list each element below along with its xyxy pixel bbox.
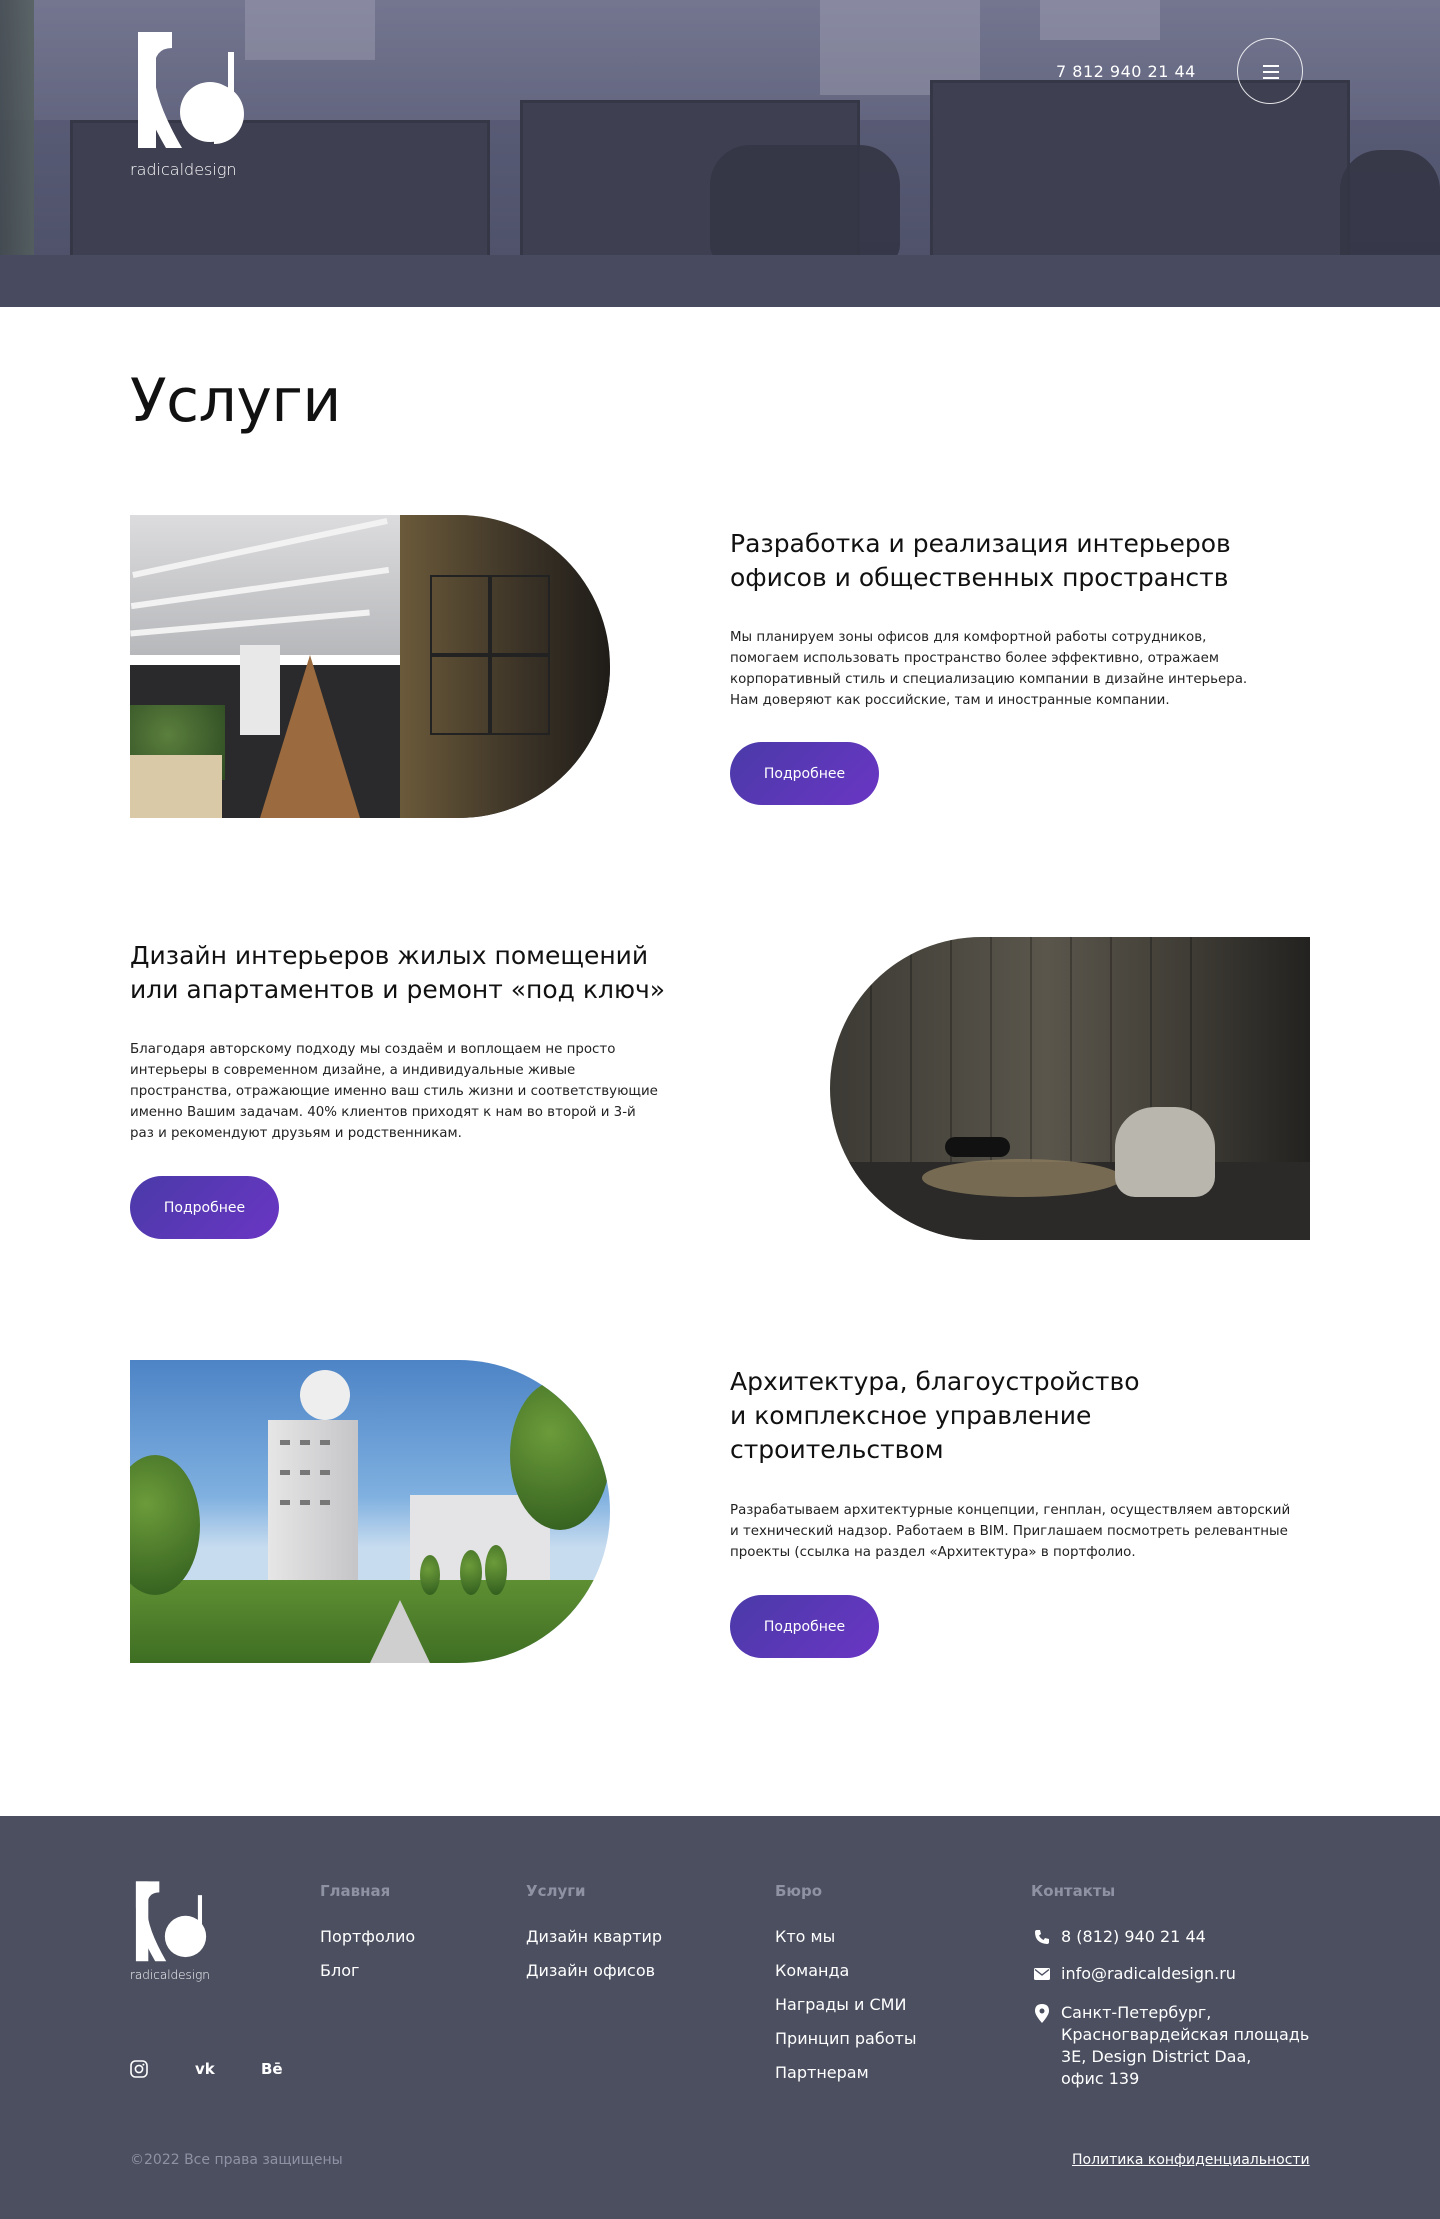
image-tree — [510, 1380, 610, 1530]
mail-icon — [1034, 1968, 1050, 1980]
hamburger-icon — [1263, 77, 1279, 79]
location-pin-icon — [1035, 2004, 1049, 2023]
footer-link-office-design[interactable]: Дизайн офисов — [526, 1961, 655, 1980]
image-window — [320, 1470, 330, 1475]
image-tree — [420, 1555, 440, 1595]
image-window — [280, 1470, 290, 1475]
service-description: Мы планируем зоны офисов для комфортной … — [730, 630, 1248, 708]
service-description: Благодаря авторскому подходу мы создаём … — [130, 1042, 658, 1141]
service-title: Разработка и реализация интерьеров офисо… — [730, 529, 1231, 592]
service-image-architecture — [130, 1360, 610, 1663]
footer-logo[interactable]: radicaldesign — [130, 1880, 220, 1990]
logo-text: radicaldesign — [130, 1968, 210, 1982]
vk-icon[interactable]: vk — [195, 2060, 215, 2078]
behance-icon[interactable]: Bē — [261, 2060, 283, 2078]
hamburger-icon — [1263, 71, 1279, 73]
footer-link-blog[interactable]: Блог — [320, 1961, 359, 1980]
privacy-policy-link[interactable]: Политика конфиденциальности — [1072, 2152, 1310, 2168]
hero-banner: radicaldesign 7 812 940 21 44 — [0, 0, 1440, 307]
service-more-button[interactable]: Подробнее — [730, 1595, 879, 1658]
image-pane — [490, 655, 550, 735]
instagram-icon[interactable] — [130, 2060, 148, 2078]
image-tree — [485, 1545, 507, 1595]
image-path — [370, 1600, 430, 1663]
footer: radicaldesign Главная Портфолио Блог Усл… — [0, 1816, 1440, 2219]
service-more-button[interactable]: Подробнее — [130, 1176, 279, 1239]
service-image-apartments — [830, 937, 1310, 1240]
image-armchair — [1115, 1107, 1215, 1197]
service-image-offices — [130, 515, 610, 818]
image-toy-car — [945, 1137, 1010, 1157]
image-window — [300, 1500, 310, 1505]
footer-link-partners[interactable]: Партнерам — [775, 2063, 869, 2082]
image-rug — [922, 1159, 1122, 1197]
footer-link-team[interactable]: Команда — [775, 1961, 849, 1980]
hamburger-icon — [1263, 65, 1279, 67]
footer-link-awards[interactable]: Награды и СМИ — [775, 1995, 906, 2014]
footer-link-about[interactable]: Кто мы — [775, 1927, 835, 1946]
image-dome — [300, 1370, 350, 1420]
image-pane — [430, 575, 490, 655]
footer-email[interactable]: info@radicaldesign.ru — [1061, 1963, 1236, 1985]
image-window — [320, 1440, 330, 1445]
logo-text: radicaldesign — [130, 160, 237, 179]
footer-address: Санкт-Петербург, Красногвардейская площа… — [1061, 2003, 1310, 2088]
logo-mark-icon — [138, 32, 244, 148]
service-title: Архитектура, благоустройство и комплексн… — [730, 1367, 1140, 1464]
image-planter — [130, 755, 222, 818]
footer-heading-services[interactable]: Услуги — [526, 1882, 586, 1900]
header-logo[interactable]: radicaldesign — [130, 30, 250, 182]
image-curtain-fold — [870, 937, 872, 1187]
image-window — [320, 1500, 330, 1505]
service-more-button[interactable]: Подробнее — [730, 742, 879, 805]
footer-link-principles[interactable]: Принцип работы — [775, 2029, 916, 2048]
menu-button[interactable] — [1237, 38, 1303, 104]
footer-heading-contacts: Контакты — [1031, 1882, 1116, 1900]
header-phone[interactable]: 7 812 940 21 44 — [1056, 62, 1196, 81]
image-window — [300, 1440, 310, 1445]
service-title: Дизайн интерьеров жилых помещений или ап… — [130, 941, 666, 1004]
phone-icon — [1035, 1930, 1049, 1944]
footer-heading-main[interactable]: Главная — [320, 1882, 390, 1900]
image-partition — [240, 645, 280, 735]
image-curtain-fold — [910, 937, 912, 1187]
service-description: Разрабатываем архитектурные концепции, г… — [730, 1503, 1291, 1560]
image-tree — [130, 1455, 200, 1595]
image-pane — [430, 655, 490, 735]
copyright: ©2022 Все права защищены — [130, 2152, 343, 2168]
image-curtain-fold — [1030, 937, 1032, 1187]
footer-phone[interactable]: 8 (812) 940 21 44 — [1061, 1926, 1206, 1948]
footer-heading-bureau[interactable]: Бюро — [775, 1882, 822, 1900]
logo-mark-icon — [135, 1881, 207, 1962]
image-curtain-fold — [1070, 937, 1072, 1187]
image-window — [300, 1470, 310, 1475]
image-tree — [460, 1550, 482, 1595]
page-title: Услуги — [130, 366, 341, 436]
footer-link-portfolio[interactable]: Портфолио — [320, 1927, 415, 1946]
image-pane — [490, 575, 550, 655]
image-window — [280, 1440, 290, 1445]
image-curtain-fold — [1110, 937, 1112, 1187]
image-window — [280, 1500, 290, 1505]
image-tower — [268, 1420, 358, 1595]
footer-link-apartment-design[interactable]: Дизайн квартир — [526, 1927, 662, 1946]
